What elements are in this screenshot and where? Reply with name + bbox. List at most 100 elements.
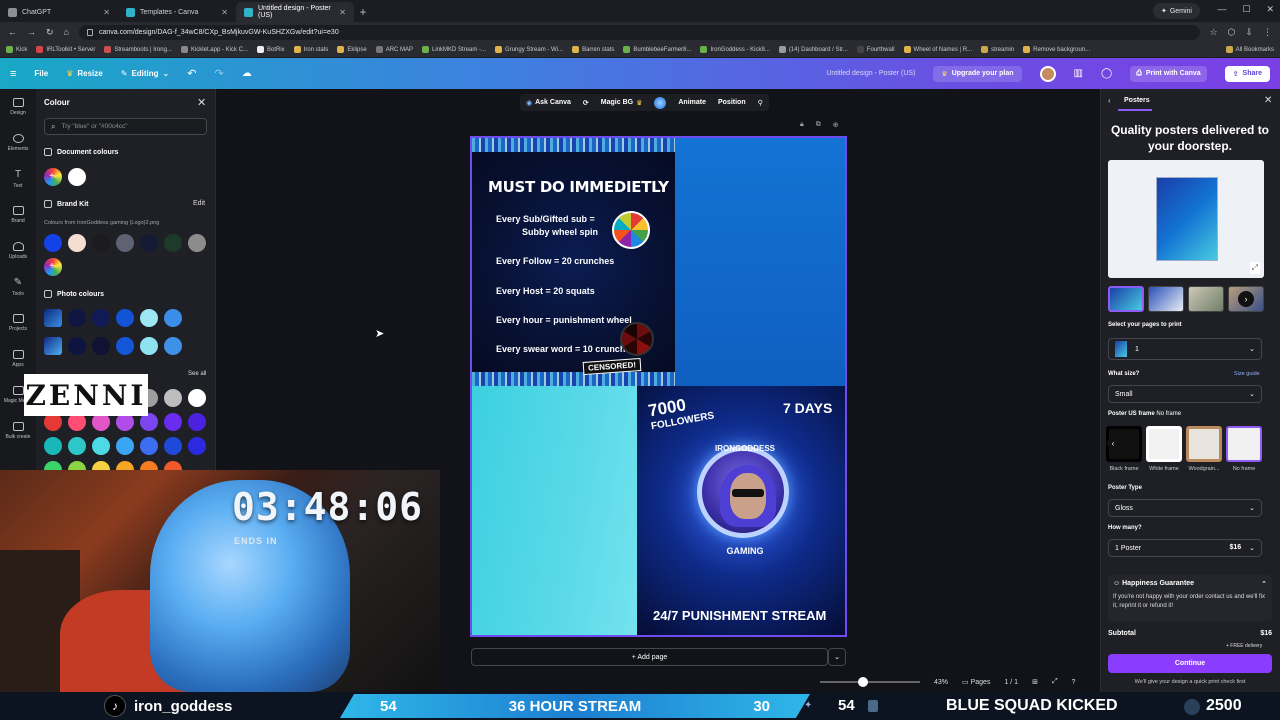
browser-tab-chatgpt[interactable]: ChatGPT ✕ [0,2,118,22]
bookmark-folder[interactable]: streamin [981,46,1014,53]
stream-promo-image[interactable]: 7000 FOLLOWERS 7 DAYS IRONGODDESS GAMING… [637,386,845,635]
size-guide-link[interactable]: Size guide [1234,371,1260,377]
quantity-select[interactable]: 1 Poster $16 ⌄ [1108,539,1262,557]
grid-view-icon[interactable]: ⊞ [1032,678,1038,686]
zoom-level[interactable]: 43% [934,679,948,686]
bookmark[interactable]: IRLToolkit • Server [36,46,95,53]
help-icon[interactable]: ? [1072,679,1076,686]
avatar[interactable] [1039,65,1056,82]
star-icon[interactable]: ☆ [1210,27,1218,38]
browser-tab-templates[interactable]: Templates - Canva ✕ [118,2,236,22]
hamburger-menu-icon[interactable]: ≡ [10,68,16,80]
magic-bg-button[interactable]: Magic BG ♛ [601,99,643,107]
position-button[interactable]: Position [718,99,746,106]
add-page-button[interactable]: + Add page [471,648,828,666]
bookmark[interactable]: LinkMKD Stream -... [422,46,486,53]
rail-brand[interactable]: Brand [0,197,36,233]
colour-swatch[interactable] [188,234,206,252]
bookmark[interactable]: IronGoddess - Kick8... [700,46,770,53]
duplicate-page-icon[interactable]: ⧉ [816,121,821,129]
print-with-canva-button[interactable]: ⎙ Print with Canva [1130,65,1207,82]
preview-thumbnail[interactable] [1188,286,1224,312]
chevron-down-icon[interactable]: ⌄ [828,648,846,666]
paint-format-icon[interactable]: ⚲ [758,99,763,107]
colour-swatch[interactable] [140,234,158,252]
colour-swatch[interactable] [164,437,182,455]
rail-design[interactable]: Design [0,89,36,125]
colour-swatch[interactable] [164,234,182,252]
prev-arrow-icon[interactable]: ‹ [1107,437,1119,449]
bookmark[interactable]: Fourthwall [856,46,895,53]
download-icon[interactable]: ⇩ [1245,27,1253,38]
reload-icon[interactable]: ↻ [46,27,54,38]
frame-option-wood[interactable] [1186,426,1222,462]
menu-icon[interactable]: ⋮ [1263,27,1272,38]
bookmark[interactable]: Kick [6,46,27,53]
rail-uploads[interactable]: Uploads [0,233,36,269]
colour-swatch[interactable] [92,309,110,327]
new-tab-button[interactable]: + [354,2,372,22]
poster-preview[interactable]: ⤢ [1108,160,1264,278]
guarantee-header[interactable]: ☺ Happiness Guarantee ⌃ [1113,580,1267,588]
frame-option-none[interactable] [1226,426,1262,462]
close-tab-icon[interactable]: ✕ [339,8,346,17]
bookmark[interactable]: Iron stats [293,46,328,53]
photo-thumbnail[interactable] [44,309,62,327]
rail-projects[interactable]: Projects [0,305,36,341]
rail-text[interactable]: T Text [0,161,36,197]
forward-icon[interactable]: → [27,27,36,37]
colour-swatch[interactable] [140,337,158,355]
resize-button[interactable]: ♛ Resize [66,69,103,78]
zoom-slider[interactable] [820,677,920,687]
rail-tools[interactable]: ✎ Tools [0,269,36,305]
share-button[interactable]: ⇪ Share [1224,65,1270,82]
zoom-slider-handle[interactable] [858,677,868,687]
bookmark[interactable]: (14) Dashboard / Str... [778,46,848,53]
colour-swatch[interactable] [68,168,86,186]
cloud-save-icon[interactable]: ☁ [242,68,252,79]
colour-swatch[interactable] [116,437,134,455]
bookmark[interactable]: Streamboots | Irong... [104,46,172,53]
ask-canva-button[interactable]: ◉ Ask Canva [526,99,571,107]
url-field[interactable]: canva.com/design/DAG-f_34wC8/CXp_BsMjkuv… [78,24,1200,40]
next-arrow-icon[interactable]: › [1238,291,1254,307]
continue-button[interactable]: Continue [1108,654,1272,673]
colour-swatch[interactable] [44,437,62,455]
colour-swatch[interactable] [116,234,134,252]
pages-button[interactable]: ▭ Pages [962,678,990,686]
edit-brand-kit-link[interactable]: Edit [193,200,205,207]
colour-swatch[interactable] [164,337,182,355]
close-icon[interactable]: ✕ [197,96,206,109]
bookmark[interactable]: Remove backgroun... [1023,46,1090,53]
editing-mode-button[interactable]: ✎ Editing ⌄ [121,69,170,78]
posters-tab[interactable]: Posters [1124,97,1150,104]
colour-swatch[interactable] [164,309,182,327]
minimize-icon[interactable]: — [1217,4,1226,15]
undo-icon[interactable]: ↶ [187,67,196,80]
colour-swatch[interactable] [188,413,206,431]
back-icon[interactable]: ‹ [1108,96,1111,105]
frame-option-white[interactable] [1146,426,1182,462]
rail-elements[interactable]: Elements [0,125,36,161]
home-icon[interactable]: ⌂ [64,27,69,37]
colour-search-input[interactable]: ⌕ Try "blue" or "#00c4cc" [44,118,207,135]
rail-bulk-create[interactable]: Bulk create [0,413,36,449]
bookmark[interactable]: Grungy Stream - Wi... [495,46,563,53]
colour-swatch[interactable] [116,309,134,327]
swap-icon[interactable]: ⟳ [583,99,589,107]
colour-swatch[interactable] [44,234,62,252]
maximize-icon[interactable]: ☐ [1242,4,1250,15]
colour-swatch[interactable] [164,413,182,431]
colour-swatch[interactable] [68,337,86,355]
document-title[interactable]: Untitled design - Poster (US) [826,70,915,77]
expand-icon[interactable]: ⤢ [1249,262,1260,274]
bookmark[interactable]: BotRix [256,46,285,53]
bookmark[interactable]: Barren stats [572,46,614,53]
bookmark[interactable]: Wheel of Names | R... [903,46,972,53]
back-icon[interactable]: ← [8,27,17,37]
add-page-icon[interactable]: ⊕ [833,121,839,129]
size-select[interactable]: Small ⌄ [1108,385,1262,403]
bookmark[interactable]: Kicklet.app - Kick C... [180,46,248,53]
all-bookmarks[interactable]: All Bookmarks [1225,46,1274,53]
close-tab-icon[interactable]: ✕ [103,8,110,17]
